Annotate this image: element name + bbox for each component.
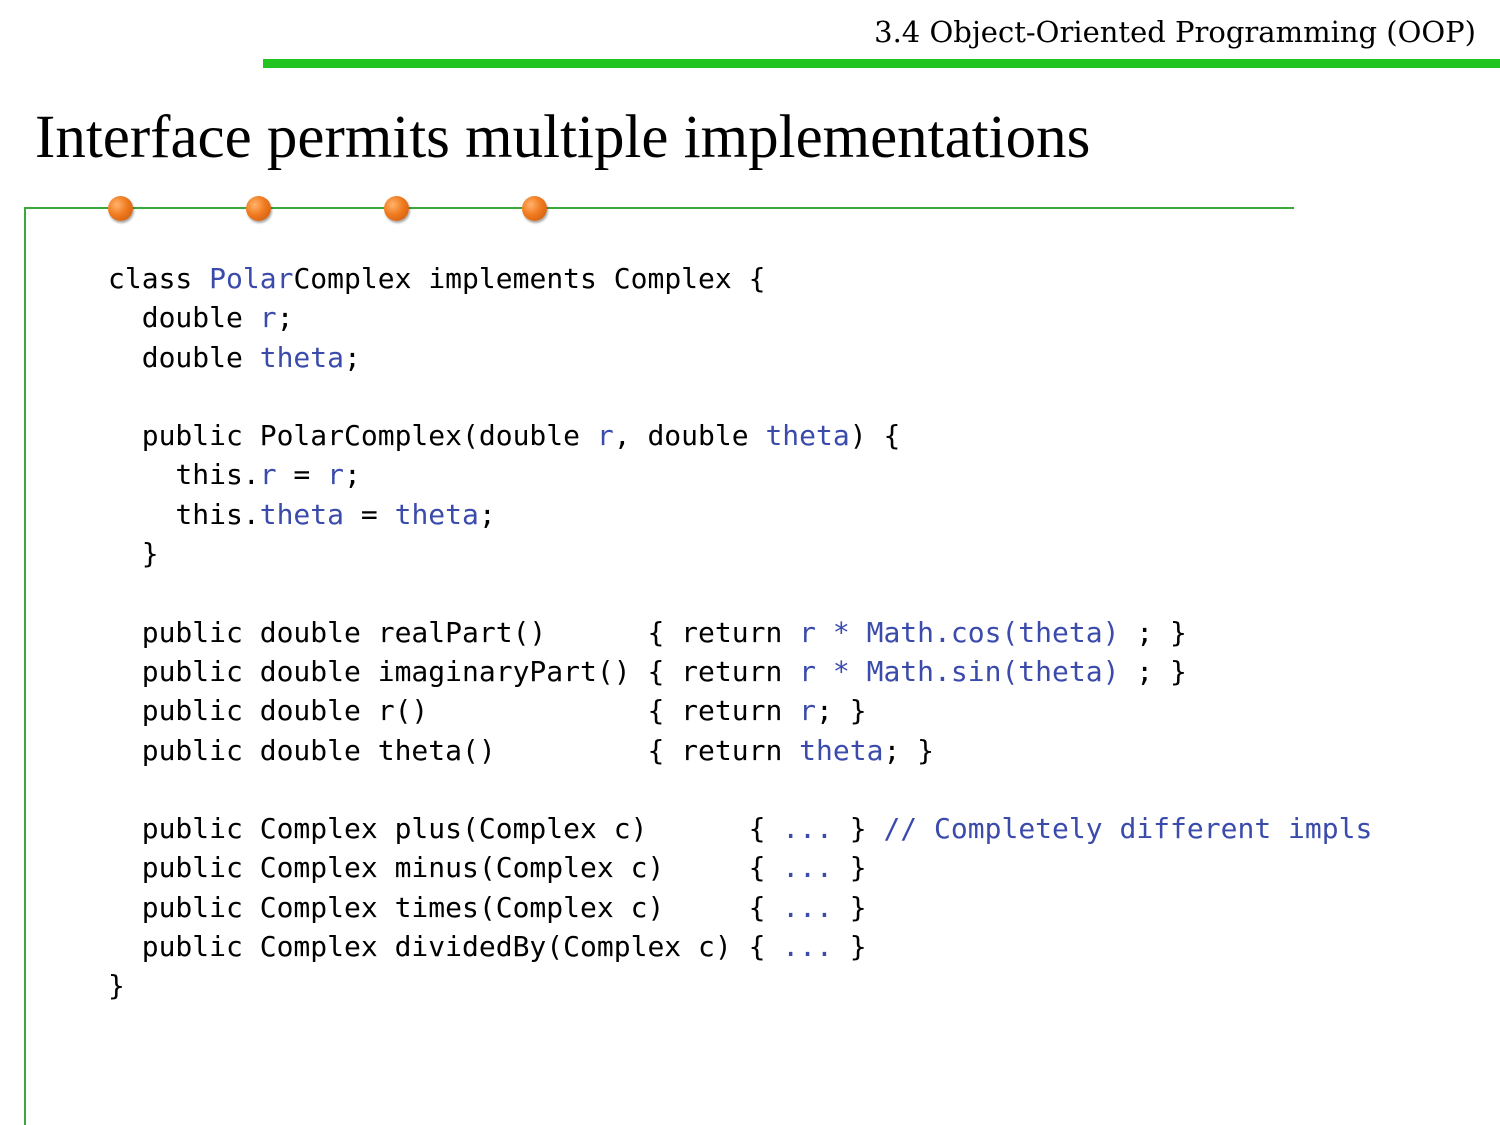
code-block: class PolarComplex implements Complex { … [108,259,1372,1006]
code-token: public Complex times(Complex c) { [108,890,783,924]
code-token-highlight: r [327,458,345,492]
code-token: ; [478,497,496,531]
code-token-highlight: r * Math.sin(theta) [799,654,1120,688]
bullet-dot-4 [522,196,547,221]
code-token: public PolarComplex(double [108,419,597,453]
code-token: public double r() { return [108,694,800,728]
code-token-highlight: r [596,419,614,453]
code-token: } [832,930,867,964]
frame-left-line [24,207,26,1125]
code-line: double theta; [108,338,1372,377]
code-token: public double theta() { return [108,733,800,767]
code-line: double r; [108,298,1372,337]
code-token-highlight: ... [782,890,833,924]
code-line: public double realPart() { return r * Ma… [108,613,1372,652]
code-line: public PolarComplex(double r, double the… [108,416,1372,455]
code-line: public Complex dividedBy(Complex c) { ..… [108,927,1372,966]
code-token: = [276,458,328,492]
code-line: this.r = r; [108,455,1372,494]
code-token-highlight: ... [782,851,833,885]
code-line: public Complex plus(Complex c) { ... } /… [108,809,1373,848]
code-token: public Complex plus(Complex c) { [108,812,783,846]
code-line: class PolarComplex implements Complex { [108,259,1372,298]
code-token: ; [344,458,361,492]
code-token: public Complex minus(Complex c) { [108,851,783,885]
code-token: ; [276,301,294,335]
bullet-dot-1 [108,196,133,221]
code-token: public Complex dividedBy(Complex c) { [108,930,783,964]
code-token: double [108,340,260,374]
code-token: this. [108,458,260,492]
code-line: public double imaginaryPart() { return r… [108,652,1372,691]
code-token-highlight: ... [782,812,833,846]
bullet-dot-2 [246,196,271,221]
code-line: } [108,534,1372,573]
code-token-highlight: theta [259,497,345,531]
code-token-highlight: theta [799,733,884,767]
code-token: public double imaginaryPart() { return [108,654,800,688]
code-token: double [108,301,260,335]
code-token: ) { [849,419,901,453]
code-token: } [108,969,125,1003]
code-token-highlight: theta [765,419,850,453]
code-token-highlight: r [799,694,817,728]
code-token: public double realPart() { return [108,615,800,649]
code-token: ; } [1119,615,1187,649]
code-token: } [832,812,884,846]
code-token-highlight: Polar [209,262,294,295]
code-token: Complex implements Complex { [293,262,766,295]
code-line: public double r() { return r; } [108,691,1372,730]
code-token: ; } [1119,654,1187,688]
code-token: = [344,497,395,531]
code-token-highlight: r [259,458,277,492]
code-token: ; [344,340,361,374]
code-line: public double theta() { return theta; } [108,731,1372,770]
frame-top-line [24,207,1294,209]
code-token: } [832,890,867,924]
code-token: } [108,537,159,571]
section-title: 3.4 Object-Oriented Programming (OOP) [874,15,1476,49]
code-token: ; } [816,694,867,728]
bullet-dot-3 [384,196,409,221]
code-line: public Complex times(Complex c) { ... } [108,888,1372,927]
code-token-highlight: ... [782,930,833,964]
code-token-highlight: r * Math.cos(theta) [799,615,1120,649]
code-token: ; } [883,733,935,767]
code-token: , double [613,419,766,453]
code-line: this.theta = theta; [108,495,1372,534]
code-line: } [108,966,1372,1005]
code-token-highlight: // Completely different impls [883,812,1373,846]
code-token-highlight: r [259,301,277,335]
code-token: class [108,262,210,295]
code-token: this. [108,497,260,531]
code-token-highlight: theta [394,497,479,531]
code-token-highlight: theta [259,340,345,374]
slide-title: Interface permits multiple implementatio… [35,104,1091,171]
accent-bar [263,59,1500,68]
code-line: public Complex minus(Complex c) { ... } [108,848,1372,887]
code-token: } [832,851,867,885]
